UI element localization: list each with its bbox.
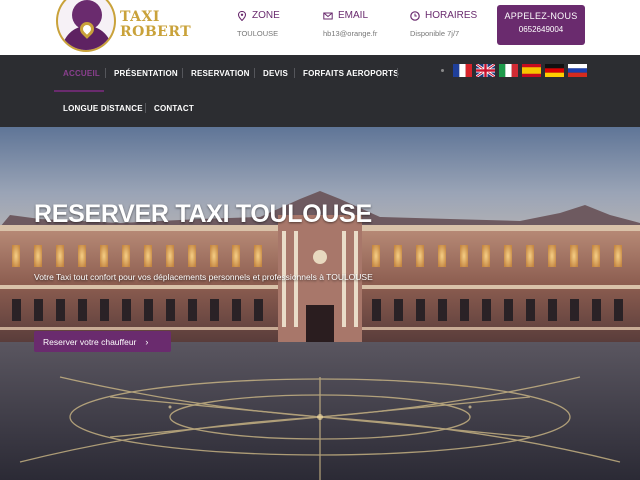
nav-item-devis[interactable]: DEVIS [263,69,288,78]
zone-label: ZONE [252,10,280,21]
envelope-icon [323,12,333,19]
logo-line-2: ROBERT [120,24,192,40]
nav-divider [145,103,146,113]
nav-divider [105,68,106,78]
spanish-flag-icon[interactable] [522,64,541,77]
logo-wordmark: TAXI ROBERT [120,10,191,40]
nav-item-accueil[interactable]: ACCUEIL [63,69,100,78]
call-us-label: APPELEZ-NOUS [504,11,578,21]
hours-value: Disponible 7j/7 [410,29,460,38]
french-flag-icon[interactable] [453,64,472,77]
nav-divider [254,68,255,78]
nav-divider [182,68,183,78]
email-info: EMAIL hb13@orange.fr [323,10,377,38]
hours-label: HORAIRES [425,10,478,21]
email-link[interactable]: hb13@orange.fr [323,29,377,38]
nav-item-longue-distance[interactable]: LONGUE DISTANCE [63,104,143,113]
russian-flag-icon[interactable] [568,64,587,77]
reserve-driver-label: Reserver votre chauffeur [43,336,137,347]
language-selector [441,64,587,77]
active-nav-underline [54,90,104,92]
capitole-building-photo [0,127,640,480]
chevron-right-icon: › [145,336,149,347]
call-us-button[interactable]: APPELEZ-NOUS 0652649004 [497,5,585,45]
italian-flag-icon[interactable] [499,64,518,77]
nav-item-forfaits-aeroports[interactable]: FORFAITS AEROPORTS [303,69,399,78]
reserve-driver-button[interactable]: Reserver votre chauffeur › [34,331,171,352]
email-label: EMAIL [338,10,369,21]
language-bullet [441,69,444,72]
hours-info: HORAIRES Disponible 7j/7 [410,10,477,38]
logo-line-1: TAXI [120,9,160,25]
uk-flag-icon[interactable] [476,64,495,77]
hero-banner: RESERVER TAXI TOULOUSE Votre Taxi tout c… [0,127,640,480]
nav-divider [294,68,295,78]
nav-item-contact[interactable]: CONTACT [154,104,194,113]
hero-title: RESERVER TAXI TOULOUSE [34,200,372,228]
main-navigation: ACCUEIL PRÉSENTATION RESERVATION DEVIS F… [0,55,640,127]
taxi-robert-logo[interactable]: TAXI ROBERT [54,0,191,54]
top-header: TAXI ROBERT ZONE TOULOUSE EMAIL hb13@ora… [0,0,640,55]
nav-item-presentation[interactable]: PRÉSENTATION [114,69,178,78]
zone-info: ZONE TOULOUSE [237,10,280,38]
call-us-phone: 0652649004 [518,25,564,34]
nav-divider [397,68,398,78]
logo-emblem [56,0,116,52]
map-pin-icon [237,10,247,21]
clock-icon [410,10,420,21]
german-flag-icon[interactable] [545,64,564,77]
zone-value: TOULOUSE [237,29,279,38]
hero-subtitle: Votre Taxi tout confort pour vos déplace… [34,272,373,282]
nav-item-reservation[interactable]: RESERVATION [191,69,250,78]
